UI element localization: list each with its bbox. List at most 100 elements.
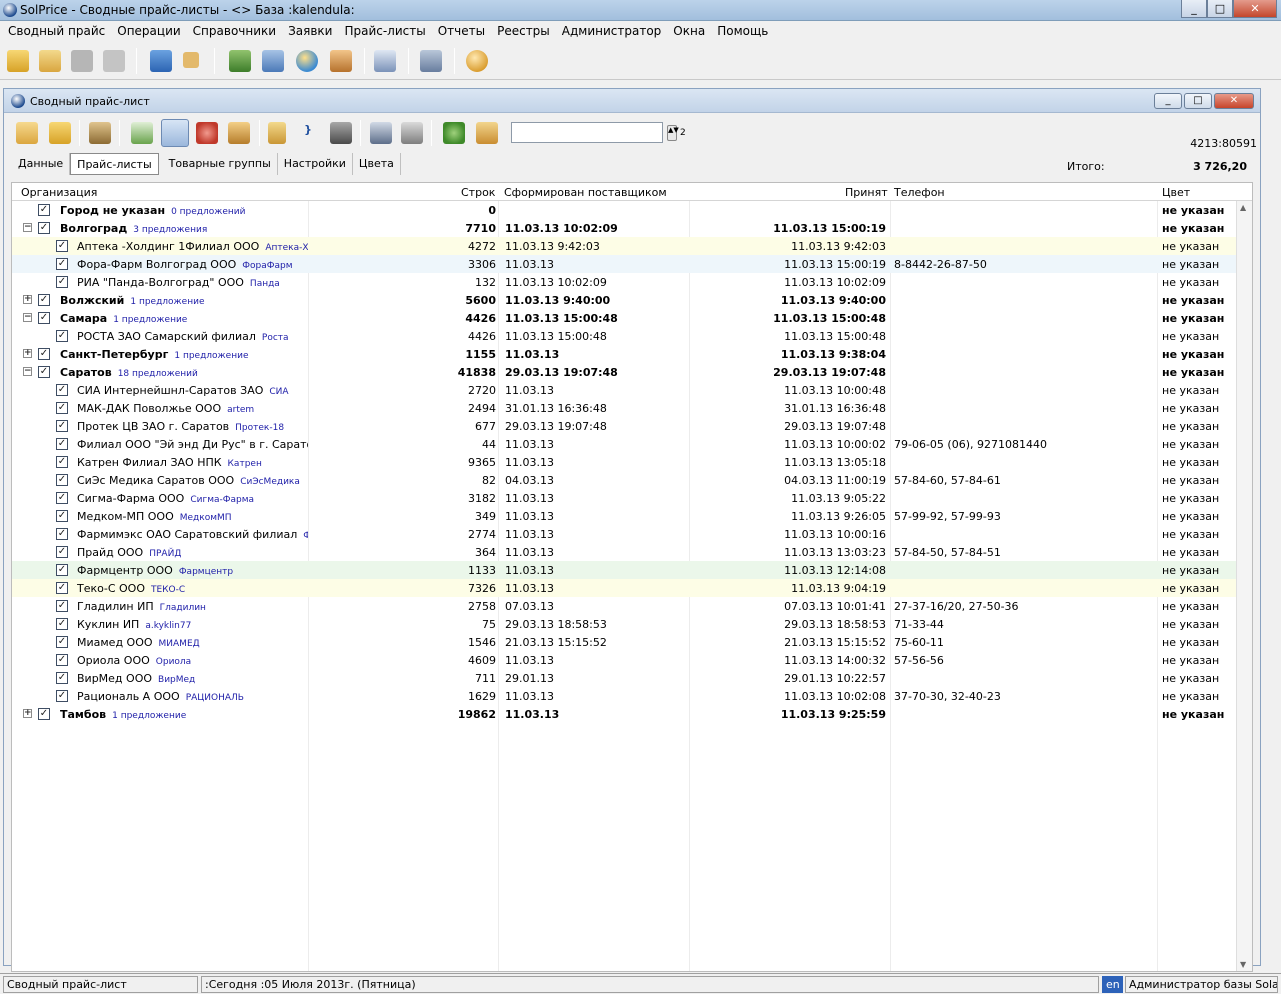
help-users-icon[interactable] — [150, 50, 172, 72]
table-row[interactable]: ✓ Прайд ООО ПРАЙД 364 11.03.13 11.03.13 13:03… — [12, 543, 1238, 561]
expand-toggle-icon[interactable]: + — [23, 295, 32, 304]
row-checkbox[interactable]: ✓ — [56, 492, 68, 504]
table-row[interactable]: ✓ Теко-С ООО ТЕКО-С 7326 11.03.13 11.03.13 9:… — [12, 579, 1238, 597]
group-row[interactable]: − ✓ Самара 1 предложение 4426 11.03.13 15:00:… — [12, 309, 1238, 327]
row-checkbox[interactable]: ✓ — [56, 636, 68, 648]
row-checkbox[interactable]: ✓ — [38, 708, 50, 720]
menu-help[interactable]: Помощь — [711, 21, 774, 42]
globe-icon[interactable] — [296, 50, 318, 72]
small-tool-icon[interactable] — [183, 52, 199, 68]
tab-colors[interactable]: Цвета — [353, 153, 401, 175]
row-checkbox[interactable]: ✓ — [56, 402, 68, 414]
print-icon[interactable] — [401, 122, 423, 144]
group-row[interactable]: + ✓ Волжский 1 предложение 5600 11.03.13 9:40… — [12, 291, 1238, 309]
row-checkbox[interactable]: ✓ — [38, 348, 50, 360]
menu-orders[interactable]: Заявки — [282, 21, 338, 42]
disabled-settings-icon[interactable] — [103, 50, 125, 72]
group-row[interactable]: − ✓ Волгоград 3 предложения 7710 11.03.13 10:… — [12, 219, 1238, 237]
price-lists-view-icon[interactable] — [161, 119, 189, 147]
group-row[interactable]: + ✓ Санкт-Петербург 1 предложение 1155 11.03.… — [12, 345, 1238, 363]
menu-windows[interactable]: Окна — [667, 21, 711, 42]
table-row[interactable]: ✓ Куклин ИП a.kyklin77 75 29.03.13 18:58:53 2… — [12, 615, 1238, 633]
tab-settings[interactable]: Настройки — [278, 153, 353, 175]
table-row[interactable]: ✓ Фармцентр ООО Фармцентр 1133 11.03.13 11.03… — [12, 561, 1238, 579]
table-row[interactable]: ✓ СиЭс Медика Саратов ООО СиЭсМедика 82 04.0… — [12, 471, 1238, 489]
binoculars-icon[interactable] — [330, 122, 352, 144]
row-checkbox[interactable]: ✓ — [56, 258, 68, 270]
language-indicator[interactable]: en — [1102, 976, 1123, 993]
row-checkbox[interactable]: ✓ — [56, 456, 68, 468]
sum-icon[interactable] — [370, 122, 392, 144]
row-checkbox[interactable]: ✓ — [56, 420, 68, 432]
table-row[interactable]: ✓ РИА "Панда-Волгоград" ООО Панда 132 11.03.… — [12, 273, 1238, 291]
col-header-accepted[interactable]: Принят — [845, 186, 888, 199]
row-checkbox[interactable]: ✓ — [56, 384, 68, 396]
warehouse-icon[interactable] — [229, 50, 251, 72]
status-window[interactable]: Сводный прайс-лист — [3, 976, 198, 993]
menu-registers[interactable]: Реестры — [491, 21, 556, 42]
row-checkbox[interactable]: ✓ — [38, 366, 50, 378]
table-row[interactable]: ✓ Катрен Филиал ЗАО НПК Катрен 9365 11.03.13… — [12, 453, 1238, 471]
row-checkbox[interactable]: ✓ — [56, 330, 68, 342]
table-row[interactable]: ✓ Филиал ООО "Эй энд Ди Рус" в г. Саратов… — [12, 435, 1238, 453]
expand-toggle-icon[interactable]: + — [23, 709, 32, 718]
table-row[interactable]: ✓Фармимэкс ОАО Саратовский филиалФармим2… — [12, 525, 1238, 543]
child-maximize-button[interactable]: □ — [1184, 93, 1212, 109]
row-checkbox[interactable]: ✓ — [56, 276, 68, 288]
row-checkbox[interactable]: ✓ — [56, 546, 68, 558]
tab-product-groups[interactable]: Товарные группы — [163, 153, 278, 175]
brace-icon[interactable]: } — [302, 123, 314, 145]
table-row[interactable]: ✓ Протек ЦВ ЗАО г. Саратов Протек-18 677 29.… — [12, 417, 1238, 435]
table-row[interactable]: ✓ МАК-ДАК Поволжье ООО artem 2494 31.01.13 1… — [12, 399, 1238, 417]
row-checkbox[interactable]: ✓ — [38, 294, 50, 306]
col-header-org[interactable]: Организация — [21, 186, 97, 199]
close-button[interactable]: ✕ — [1233, 0, 1277, 18]
scroll-down-icon[interactable]: ▼ — [1240, 960, 1246, 969]
exit-icon[interactable] — [466, 50, 488, 72]
row-checkbox[interactable]: ✓ — [56, 528, 68, 540]
table-row[interactable]: ✓ Ориола ООО Ориола 4609 11.03.13 11.03.13 14… — [12, 651, 1238, 669]
delete-icon[interactable] — [196, 122, 218, 144]
col-header-rows[interactable]: Строк — [461, 186, 495, 199]
sort-icon[interactable] — [268, 122, 286, 144]
tab-data[interactable]: Данные — [12, 153, 71, 175]
page-spin-button[interactable]: ▲▼ — [667, 125, 679, 141]
download-icon[interactable] — [443, 122, 465, 144]
maximize-button[interactable]: □ — [1207, 0, 1233, 18]
expand-toggle-icon[interactable]: − — [23, 313, 32, 322]
row-checkbox[interactable]: ✓ — [38, 222, 50, 234]
row-checkbox[interactable]: ✓ — [56, 600, 68, 612]
table-row[interactable]: ✓ РОСТА ЗАО Самарский филиал Роста 4426 11.0… — [12, 327, 1238, 345]
edit-document-icon[interactable] — [39, 50, 61, 72]
minimize-button[interactable]: _ — [1181, 0, 1207, 18]
table-row[interactable]: ✓ Рациональ А ООО РАЦИОНАЛЬ 1629 11.03.13 11.… — [12, 687, 1238, 705]
open-folder-icon[interactable] — [16, 122, 38, 144]
expand-toggle-icon[interactable]: + — [23, 349, 32, 358]
col-header-color[interactable]: Цвет — [1162, 186, 1190, 199]
child-minimize-button[interactable]: _ — [1154, 93, 1182, 109]
table-row[interactable]: ✓ Гладилин ИП Гладилин 2758 07.03.13 07.03.13… — [12, 597, 1238, 615]
menu-operations[interactable]: Операции — [111, 21, 186, 42]
vertical-scrollbar[interactable]: ▲ ▼ — [1236, 201, 1252, 971]
row-checkbox[interactable]: ✓ — [56, 240, 68, 252]
percent-icon[interactable] — [131, 122, 153, 144]
expand-toggle-icon[interactable]: − — [23, 367, 32, 376]
windows-icon[interactable] — [374, 50, 396, 72]
table-row[interactable]: ✓ Аптека -Холдинг 1Филиал ООО Аптека-Холди… — [12, 237, 1238, 255]
row-checkbox[interactable]: ✓ — [56, 438, 68, 450]
menu-summary-price[interactable]: Сводный прайс — [2, 21, 111, 42]
truck-icon[interactable] — [262, 50, 284, 72]
row-checkbox[interactable]: ✓ — [56, 690, 68, 702]
col-header-phone[interactable]: Телефон — [894, 186, 945, 199]
expand-toggle-icon[interactable]: − — [23, 223, 32, 232]
search-input[interactable] — [511, 122, 663, 143]
menu-price-lists[interactable]: Прайс-листы — [338, 21, 431, 42]
col-header-formed[interactable]: Сформирован поставщиком — [504, 186, 667, 199]
menu-references[interactable]: Справочники — [187, 21, 282, 42]
row-checkbox[interactable]: ✓ — [56, 474, 68, 486]
group-users-icon[interactable] — [228, 122, 250, 144]
scroll-up-icon[interactable]: ▲ — [1240, 203, 1246, 212]
edit-list-icon[interactable] — [476, 122, 498, 144]
row-checkbox[interactable]: ✓ — [38, 204, 50, 216]
disabled-cloud-icon[interactable] — [71, 50, 93, 72]
